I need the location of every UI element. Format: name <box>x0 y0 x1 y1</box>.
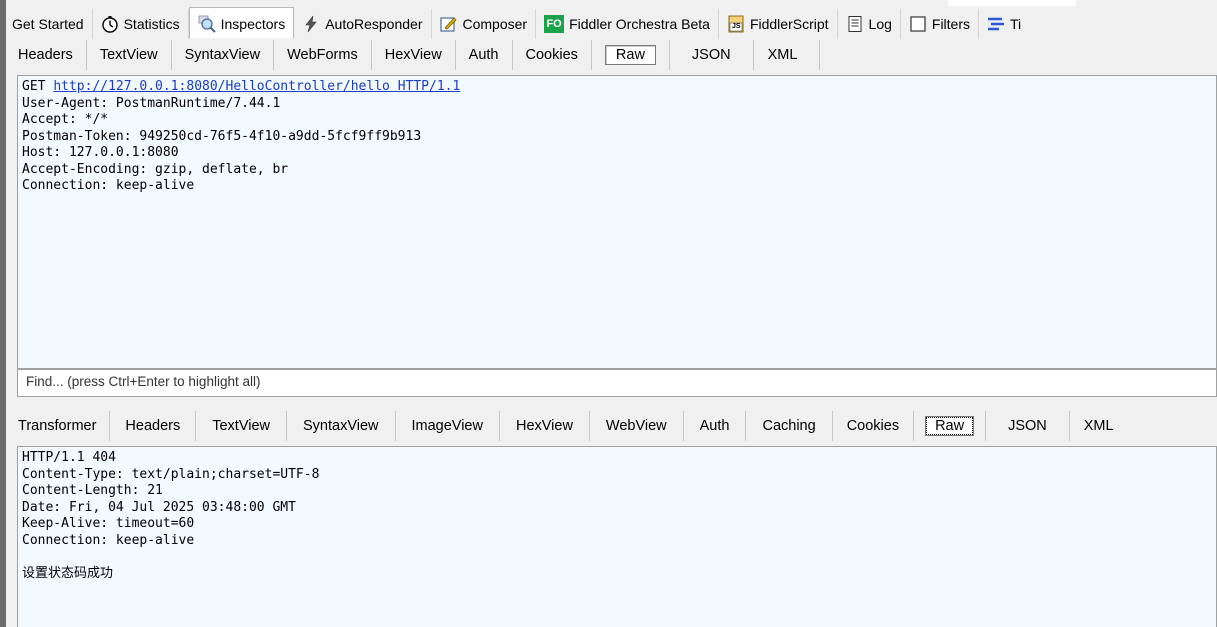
tab-fiddlerscript[interactable]: JS FiddlerScript <box>719 9 838 39</box>
request-header-line: User-Agent: PostmanRuntime/7.44.1 <box>22 95 281 111</box>
request-version: HTTP/1.1 <box>397 79 461 94</box>
req-tab-cookies[interactable]: Cookies <box>513 40 592 70</box>
request-method: GET <box>22 79 46 94</box>
tab-composer[interactable]: Composer <box>432 9 537 39</box>
resp-tab-textview[interactable]: TextView <box>196 411 287 441</box>
resp-tab-raw[interactable]: Raw <box>914 411 987 441</box>
main-tab-bar: Get Started Statistics Inspectors AutoRe… <box>6 7 1217 39</box>
request-inspector-tabs: Headers TextView SyntaxView WebForms Hex… <box>6 40 1217 70</box>
lightning-icon <box>302 15 320 33</box>
tab-inspectors[interactable]: Inspectors <box>188 7 295 38</box>
timeline-icon <box>987 15 1005 33</box>
tab-filters[interactable]: Filters <box>901 9 980 39</box>
pane-splitter[interactable] <box>6 397 1217 407</box>
script-icon: JS <box>727 15 745 33</box>
request-header-line: Postman-Token: 949250cd-76f5-4f10-a9dd-5… <box>22 128 422 144</box>
response-header-line: Content-Length: 21 <box>22 483 163 498</box>
req-tab-auth[interactable]: Auth <box>456 40 513 70</box>
req-tab-xml[interactable]: XML <box>754 40 821 70</box>
resp-tab-syntaxview[interactable]: SyntaxView <box>287 411 396 441</box>
req-tab-textview[interactable]: TextView <box>87 40 172 70</box>
stopwatch-icon <box>101 15 119 33</box>
response-header-line: Content-Type: text/plain;charset=UTF-8 <box>22 466 320 482</box>
req-tab-syntaxview[interactable]: SyntaxView <box>172 40 275 70</box>
resp-tab-caching[interactable]: Caching <box>746 411 833 441</box>
checkbox-icon <box>909 15 927 33</box>
req-tab-hexview[interactable]: HexView <box>372 40 456 70</box>
response-header-line: Connection: keep-alive <box>22 532 195 548</box>
response-header-line: Keep-Alive: timeout=60 <box>22 516 195 531</box>
request-header-line: Accept: */* <box>22 112 109 127</box>
req-tab-json[interactable]: JSON <box>670 40 754 70</box>
tab-get-started[interactable]: Get Started <box>6 9 93 39</box>
request-header-line: Connection: keep-alive <box>22 178 195 193</box>
resp-tab-xml[interactable]: XML <box>1070 411 1128 441</box>
tab-statistics[interactable]: Statistics <box>93 9 189 39</box>
resp-tab-imageview[interactable]: ImageView <box>396 411 500 441</box>
tab-fiddler-orchestra[interactable]: FO Fiddler Orchestra Beta <box>536 9 719 39</box>
response-header-line: Date: Fri, 04 Jul 2025 03:48:00 GMT <box>22 499 296 515</box>
resp-tab-transformer[interactable]: Transformer <box>6 411 111 441</box>
fo-icon: FO <box>544 15 565 33</box>
req-tab-headers[interactable]: Headers <box>6 40 87 70</box>
request-raw-pane[interactable]: GET http://127.0.0.1:8080/HelloControlle… <box>17 75 1217 369</box>
resp-tab-webview[interactable]: WebView <box>590 411 684 441</box>
req-tab-raw[interactable]: Raw <box>592 40 670 70</box>
resp-tab-headers[interactable]: Headers <box>110 411 197 441</box>
tab-timeline[interactable]: Ti <box>979 9 1029 39</box>
log-icon <box>846 15 864 33</box>
pencil-icon <box>439 15 458 33</box>
magnifier-icon <box>198 15 216 33</box>
resp-tab-json[interactable]: JSON <box>986 411 1070 441</box>
resp-tab-hexview[interactable]: HexView <box>500 411 590 441</box>
tab-autoresponder[interactable]: AutoResponder <box>294 9 432 39</box>
response-raw-pane[interactable]: HTTP/1.1 404 Content-Type: text/plain;ch… <box>17 446 1217 627</box>
find-input[interactable]: Find... (press Ctrl+Enter to highlight a… <box>17 369 1217 397</box>
tab-log[interactable]: Log <box>838 9 901 39</box>
request-header-line: Accept-Encoding: gzip, deflate, br <box>22 161 289 177</box>
response-body: 设置状态码成功 <box>22 565 114 581</box>
req-tab-webforms[interactable]: WebForms <box>274 40 372 70</box>
resp-tab-cookies[interactable]: Cookies <box>833 411 915 441</box>
request-header-line: Host: 127.0.0.1:8080 <box>22 145 179 160</box>
response-inspector-tabs: Transformer Headers TextView SyntaxView … <box>6 411 1217 441</box>
response-status-line: HTTP/1.1 404 <box>22 450 116 465</box>
resp-tab-auth[interactable]: Auth <box>684 411 747 441</box>
request-url-link[interactable]: http://127.0.0.1:8080/HelloController/he… <box>53 79 390 94</box>
